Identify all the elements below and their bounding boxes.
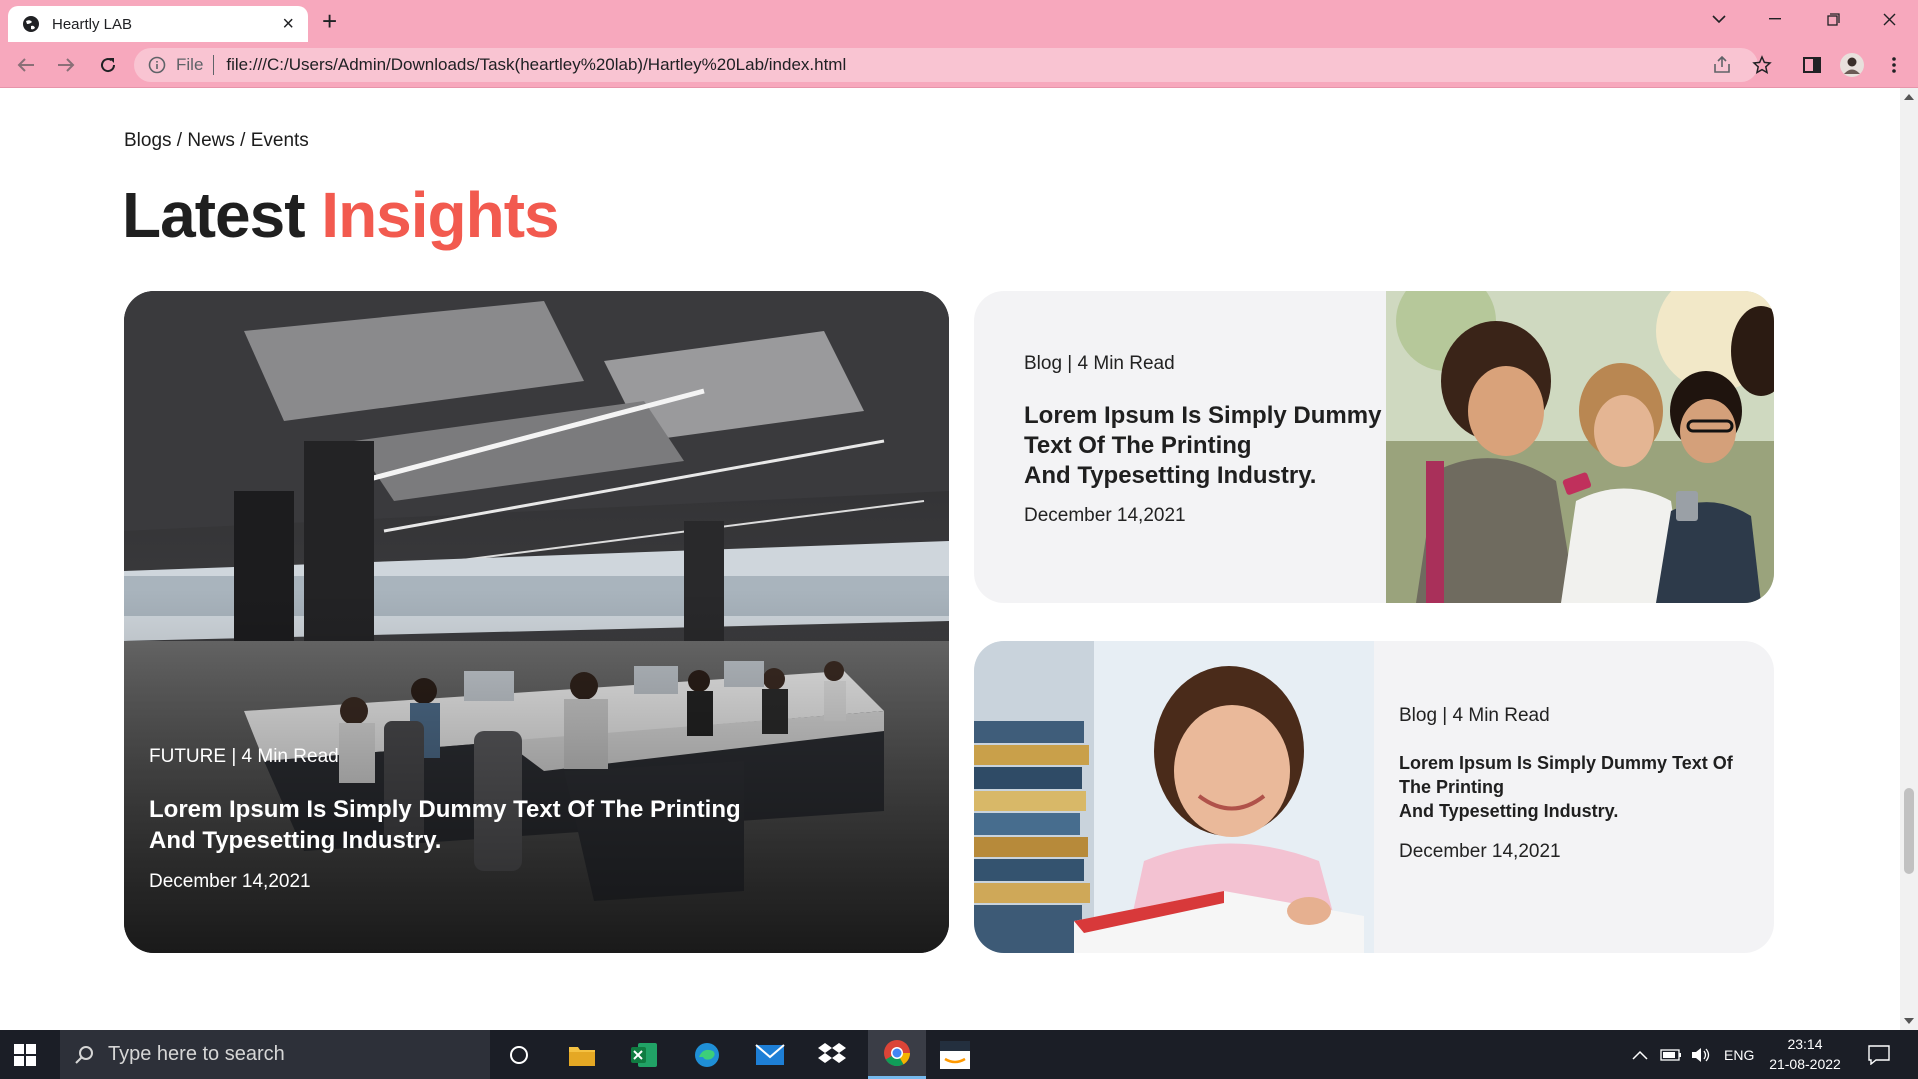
article-title[interactable]: Lorem Ipsum Is Simply Dummy Text Of The … [1399, 751, 1759, 823]
page-viewport: Blogs / News / Events Latest Insights FU… [0, 88, 1900, 1030]
new-tab-icon[interactable]: + [322, 8, 337, 34]
browser-tab-strip: Heartly LAB × + [0, 0, 1918, 42]
article-title[interactable]: Lorem Ipsum Is Simply Dummy Text Of The … [1024, 401, 1384, 491]
address-bar[interactable]: File file:///C:/Users/Admin/Downloads/Ta… [134, 48, 1758, 82]
title-accent-word: Insights [321, 179, 559, 251]
page-title: Latest Insights [122, 178, 560, 252]
browser-toolbar: File file:///C:/Users/Admin/Downloads/Ta… [0, 42, 1918, 88]
url-separator [213, 55, 215, 75]
edge-browser-icon[interactable] [682, 1037, 732, 1073]
task-view-icon[interactable] [494, 1037, 544, 1073]
scrollbar-thumb[interactable] [1904, 788, 1914, 874]
search-placeholder: Type here to search [108, 1043, 285, 1065]
article-title-line: Lorem Ipsum Is Simply Dummy [1024, 402, 1382, 429]
browser-tab[interactable]: Heartly LAB × [8, 6, 308, 42]
language-indicator[interactable]: ENG [1724, 1030, 1754, 1079]
side-panel-icon[interactable] [1800, 53, 1824, 77]
profile-avatar[interactable] [1840, 53, 1864, 77]
article-title-line: And Typesetting Industry. [1024, 462, 1317, 489]
bookmark-star-icon[interactable] [1750, 53, 1774, 77]
mail-icon[interactable] [745, 1037, 795, 1073]
restore-icon[interactable] [1810, 6, 1856, 32]
page-scrollbar[interactable] [1900, 88, 1918, 1030]
clock-time: 23:14 [1787, 1036, 1823, 1052]
dropbox-icon[interactable] [807, 1037, 857, 1073]
close-tab-icon[interactable]: × [282, 14, 294, 34]
article-title-line: The Printing [1399, 777, 1504, 797]
title-main-word: Latest [122, 179, 305, 251]
featured-meta: FUTURE | 4 Min Read [149, 746, 339, 767]
featured-date: December 14,2021 [149, 871, 311, 892]
menu-dots-icon[interactable] [1882, 53, 1906, 77]
minimize-icon[interactable] [1752, 6, 1798, 32]
windows-start-icon[interactable] [14, 1044, 36, 1066]
tray-chevron-icon[interactable] [1632, 1030, 1648, 1079]
article-meta: Blog | 4 Min Read [1024, 353, 1175, 374]
girl-reading-photo [974, 641, 1374, 953]
battery-icon[interactable] [1660, 1030, 1682, 1079]
article-date: December 14,2021 [1399, 841, 1561, 862]
close-window-icon[interactable] [1866, 6, 1912, 32]
kids-with-phones-photo [1386, 291, 1774, 603]
url-text[interactable]: file:///C:/Users/Admin/Downloads/Task(he… [226, 55, 846, 75]
breadcrumb[interactable]: Blogs / News / Events [124, 130, 309, 152]
back-arrow-icon[interactable] [14, 53, 38, 77]
reload-icon[interactable] [96, 53, 120, 77]
windows-taskbar: Type here to search ENG 23:14 21-08-2022 [0, 1030, 1918, 1079]
article-card[interactable]: Blog | 4 Min Read Lorem Ipsum Is Simply … [974, 291, 1774, 603]
article-date: December 14,2021 [1024, 505, 1186, 526]
article-meta: Blog | 4 Min Read [1399, 705, 1550, 726]
scroll-up-arrow-icon[interactable] [1904, 94, 1914, 100]
search-icon [75, 1045, 93, 1064]
clock-date: 21-08-2022 [1769, 1056, 1841, 1072]
url-scheme-label: File [176, 55, 204, 74]
system-clock[interactable]: 23:14 21-08-2022 [1760, 1034, 1850, 1074]
featured-article-card[interactable]: FUTURE | 4 Min Read Lorem Ipsum Is Simpl… [124, 291, 949, 953]
tab-search-icon[interactable] [1696, 6, 1742, 32]
info-icon[interactable] [148, 56, 166, 74]
forward-arrow-icon[interactable] [54, 53, 78, 77]
article-title-line: And Typesetting Industry. [1399, 801, 1619, 821]
article-title-line: Text Of The Printing [1024, 432, 1252, 459]
chrome-icon[interactable] [868, 1030, 926, 1079]
excel-icon[interactable] [619, 1037, 669, 1073]
amazon-icon[interactable] [930, 1037, 980, 1073]
file-explorer-icon[interactable] [557, 1037, 607, 1073]
tab-title: Heartly LAB [52, 15, 133, 33]
share-icon[interactable] [1710, 53, 1734, 77]
article-card[interactable]: Blog | 4 Min Read Lorem Ipsum Is Simply … [974, 641, 1774, 953]
article-title-line: Lorem Ipsum Is Simply Dummy Text Of [1399, 753, 1733, 773]
scroll-down-arrow-icon[interactable] [1904, 1018, 1914, 1024]
taskbar-search-input[interactable]: Type here to search [60, 1030, 490, 1079]
globe-icon [23, 16, 39, 32]
notification-icon[interactable] [1868, 1030, 1890, 1079]
speaker-icon[interactable] [1690, 1030, 1712, 1079]
featured-title[interactable]: Lorem Ipsum Is Simply Dummy Text Of The … [149, 794, 769, 856]
